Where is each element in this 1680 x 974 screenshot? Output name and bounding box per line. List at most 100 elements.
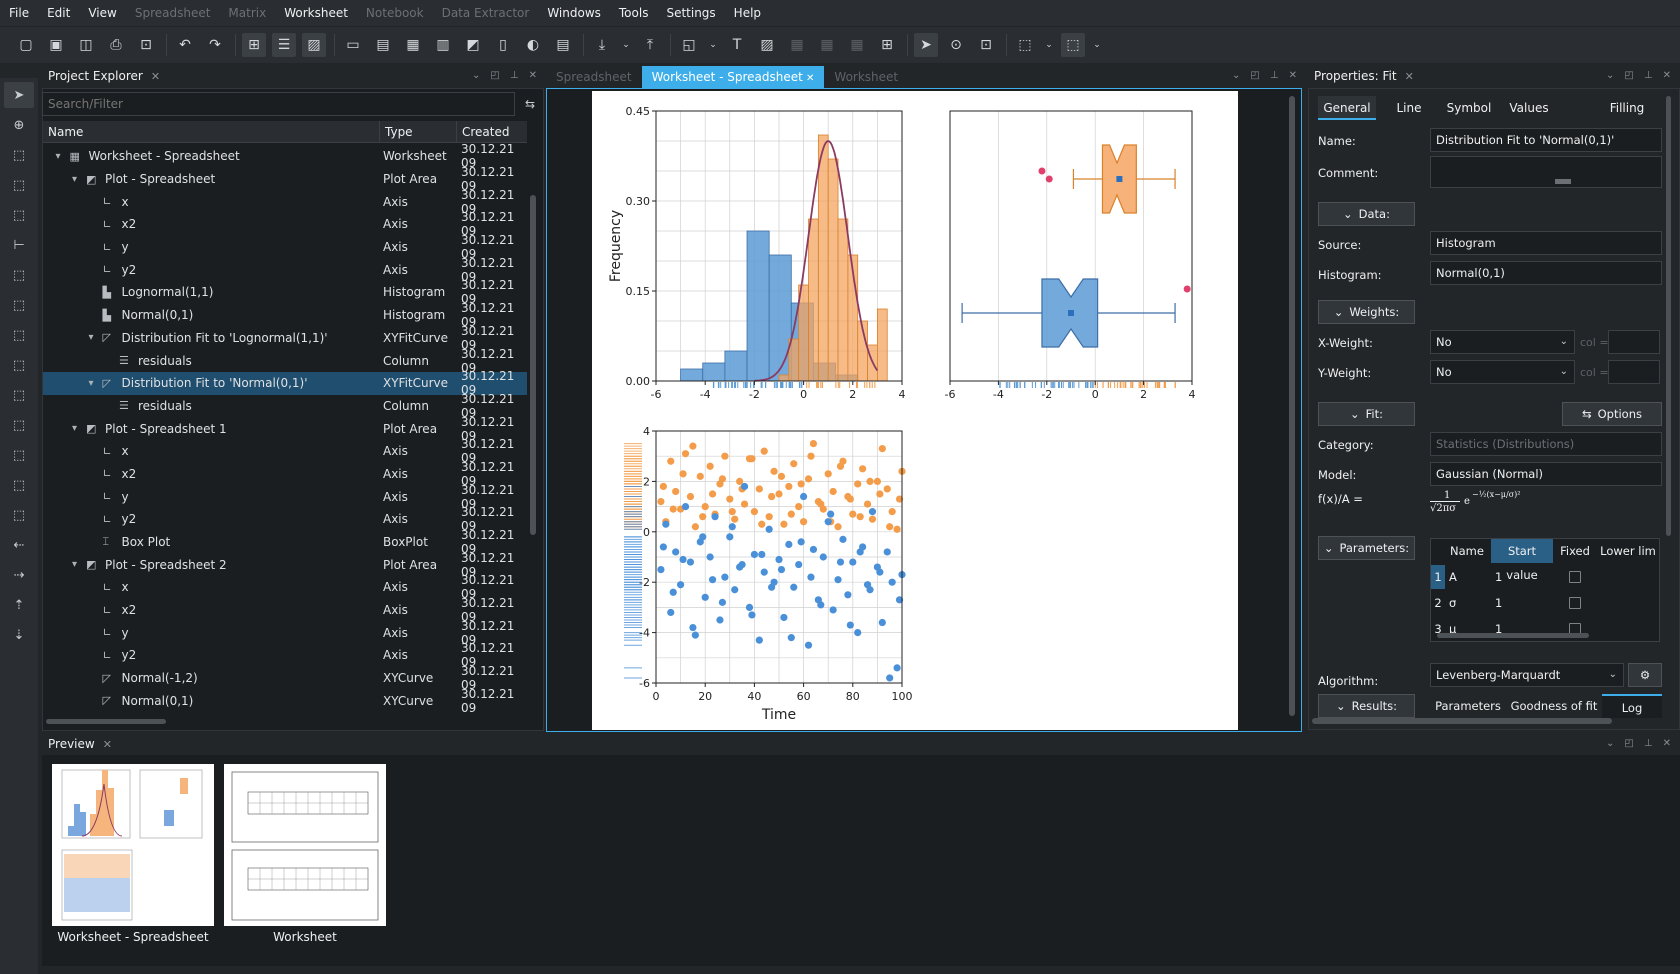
expand-arrow-icon[interactable]: ▾ (56, 151, 70, 162)
tree-row[interactable]: ▾ ◸ Distribution Fit to 'Normal(0,1)' XYFit… (43, 369, 527, 397)
select-cursor-icon[interactable]: ➤ (914, 33, 938, 57)
open-project-icon[interactable]: ▣ (44, 33, 68, 57)
filter-options-icon[interactable]: ⇆ (518, 92, 542, 116)
new-folder-icon[interactable]: ▭ (341, 33, 365, 57)
layout-image-icon[interactable]: ▨ (302, 33, 326, 57)
shift-left-icon[interactable]: ⇠ (4, 532, 34, 558)
new-workbook-icon[interactable]: ▤ (371, 33, 395, 57)
menu-settings[interactable]: Settings (657, 0, 724, 26)
new-notebook-icon[interactable]: ◐ (521, 33, 545, 57)
menu-spreadsheet[interactable]: Spreadsheet (126, 0, 220, 26)
parameters-section-toggle[interactable]: ⌄ Parameters: (1318, 536, 1415, 560)
zoom-x-icon[interactable]: ⬚ (4, 172, 34, 198)
param-start-value[interactable]: 1 (1495, 565, 1553, 589)
new-project-icon[interactable]: ▢ (14, 33, 38, 57)
print-preview-icon[interactable]: ⊡ (134, 33, 158, 57)
param-column-header[interactable]: Start value (1491, 539, 1553, 582)
tree-row[interactable]: ▾ ▦ Worksheet - Spreadsheet Worksheet 30.12.… (43, 142, 527, 170)
source-combo[interactable]: Histogram (1430, 231, 1662, 255)
import-dropdown-icon[interactable]: ⌄ (620, 33, 632, 57)
data-section-toggle[interactable]: ⌄ Data: (1318, 202, 1415, 226)
zoom-out-x-icon[interactable]: ⬚ (4, 442, 34, 468)
shift-up-icon[interactable]: ⇡ (4, 592, 34, 618)
tree-row[interactable]: ▾ ◸ Distribution Fit to 'Lognormal(1,1)' XY… (43, 324, 527, 352)
param-fixed-checkbox[interactable] (1569, 571, 1581, 583)
param-column-header[interactable]: Name (1445, 539, 1489, 563)
search-input[interactable] (42, 92, 515, 116)
select-region-icon[interactable]: ⬚ (1061, 33, 1085, 57)
import-icon[interactable]: ⤓ (590, 33, 614, 57)
tree-row[interactable]: ∟ x Axis 30.12.21 09 (43, 573, 527, 601)
shift-right-icon[interactable]: ⇢ (4, 562, 34, 588)
float-icon[interactable]: ◰ (1250, 70, 1259, 81)
x-weight-col-field[interactable] (1608, 330, 1660, 354)
shift-down-icon[interactable]: ⇣ (4, 622, 34, 648)
zoom-in-x-icon[interactable]: ⬚ (4, 412, 34, 438)
float-icon[interactable]: ◰ (1624, 738, 1633, 749)
fit-section-toggle[interactable]: ⌄ Fit: (1318, 402, 1415, 426)
tree-row[interactable]: ▾ ◩ Plot - Spreadsheet 2 Plot Area 30.12.21 … (43, 551, 527, 579)
undo-icon[interactable]: ↶ (173, 33, 197, 57)
tree-row[interactable]: ▾ ◩ Plot - Spreadsheet Plot Area 30.12.21 09 (43, 165, 527, 193)
new-plot-icon[interactable]: ◱ (677, 33, 701, 57)
menu-icon[interactable]: ⌄ (472, 70, 480, 81)
tree-row[interactable]: ☰ residuals Column 30.12.21 09 (43, 392, 527, 420)
text-label-icon[interactable]: T (725, 33, 749, 57)
y-weight-col-field[interactable] (1608, 360, 1660, 384)
preview-thumbnail-worksheet-spreadsheet[interactable] (52, 764, 214, 926)
worksheet-tab[interactable]: Spreadsheet (546, 66, 642, 88)
y-weight-combo[interactable]: No ⌄ (1430, 360, 1575, 384)
column-header-created[interactable]: Created (457, 121, 527, 143)
menu-windows[interactable]: Windows (538, 0, 610, 26)
tree-row[interactable]: ∟ x Axis 30.12.21 09 (43, 437, 527, 465)
menu-matrix[interactable]: Matrix (219, 0, 275, 26)
x-weight-combo[interactable]: No ⌄ (1430, 330, 1575, 354)
tree-row[interactable]: ◸ Normal(0,1) XYCurve 30.12.21 09 (43, 687, 527, 715)
column-header-type[interactable]: Type (380, 121, 457, 143)
results-tab-parameters[interactable]: Parameters (1430, 694, 1506, 718)
redo-icon[interactable]: ↷ (203, 33, 227, 57)
histogram-combo[interactable]: Normal(0,1) (1430, 261, 1662, 285)
expand-arrow-icon[interactable]: ▾ (72, 423, 86, 434)
worksheet-tab[interactable]: Worksheet - Spreadsheet ✕ (641, 66, 825, 88)
expand-arrow-icon[interactable]: ▾ (72, 174, 86, 185)
close-icon[interactable]: ✕ (151, 70, 160, 83)
new-spreadsheet-icon[interactable]: ▦ (401, 33, 425, 57)
close-icon[interactable]: ✕ (529, 70, 537, 81)
algorithm-combo[interactable]: Levenberg-Marquardt ⌄ (1430, 663, 1624, 687)
float-icon[interactable]: ◰ (490, 70, 499, 81)
tab-line[interactable]: Line (1390, 96, 1428, 120)
float-icon[interactable]: ◰ (1624, 70, 1633, 81)
algorithm-settings-button[interactable]: ⚙ (1628, 663, 1662, 687)
export-icon[interactable]: ⤒ (638, 33, 662, 57)
tree-row[interactable]: ▾ ◩ Plot - Spreadsheet 1 Plot Area 30.12.21 … (43, 415, 527, 443)
options-button[interactable]: ⇆ Options (1562, 402, 1662, 426)
preview-thumbnail-worksheet[interactable] (224, 764, 386, 926)
close-icon[interactable]: ✕ (1289, 70, 1297, 81)
expand-arrow-icon[interactable]: ▾ (72, 559, 86, 570)
properties-vertical-scrollbar[interactable] (1666, 96, 1671, 536)
crosshair-tool-icon[interactable]: ⊕ (4, 112, 34, 138)
new-matrix-icon[interactable]: ▥ (431, 33, 455, 57)
tree-row[interactable]: ⌶ Box Plot BoxPlot 30.12.21 09 (43, 528, 527, 556)
tree-row[interactable]: ☰ residuals Column 30.12.21 09 (43, 347, 527, 375)
tree-vertical-scrollbar[interactable] (530, 195, 536, 535)
tree-row[interactable]: ∟ y2 Axis 30.12.21 09 (43, 505, 527, 533)
zoom-out-y-icon[interactable]: ⬚ (4, 502, 34, 528)
scale-y-icon[interactable]: ⬚ (4, 322, 34, 348)
resize-handle-icon[interactable] (1555, 179, 1571, 184)
select-region-dropdown-icon[interactable]: ⌄ (1091, 33, 1103, 57)
comment-field[interactable] (1430, 156, 1662, 188)
name-field[interactable]: Distribution Fit to 'Normal(0,1)' (1430, 128, 1662, 152)
worksheet-canvas[interactable]: -6 -4 -2 0 2 4 0.00 0.15 0.30 0.45 Frequency -6 -4 -2… (592, 91, 1238, 730)
zoom-in-y-icon[interactable]: ⬚ (4, 472, 34, 498)
close-tab-icon[interactable]: ✕ (803, 73, 814, 84)
menu-notebook[interactable]: Notebook (357, 0, 433, 26)
tree-row[interactable]: ▙ Lognormal(1,1) Histogram 30.12.21 09 (43, 278, 527, 306)
menu-view[interactable]: View (79, 0, 125, 26)
new-worksheet-icon[interactable]: ◩ (461, 33, 485, 57)
close-icon[interactable]: ✕ (1663, 70, 1671, 81)
print-icon[interactable]: ⎙ (104, 33, 128, 57)
menu-worksheet[interactable]: Worksheet (275, 0, 357, 26)
fit-view-icon[interactable]: ⊡ (974, 33, 998, 57)
